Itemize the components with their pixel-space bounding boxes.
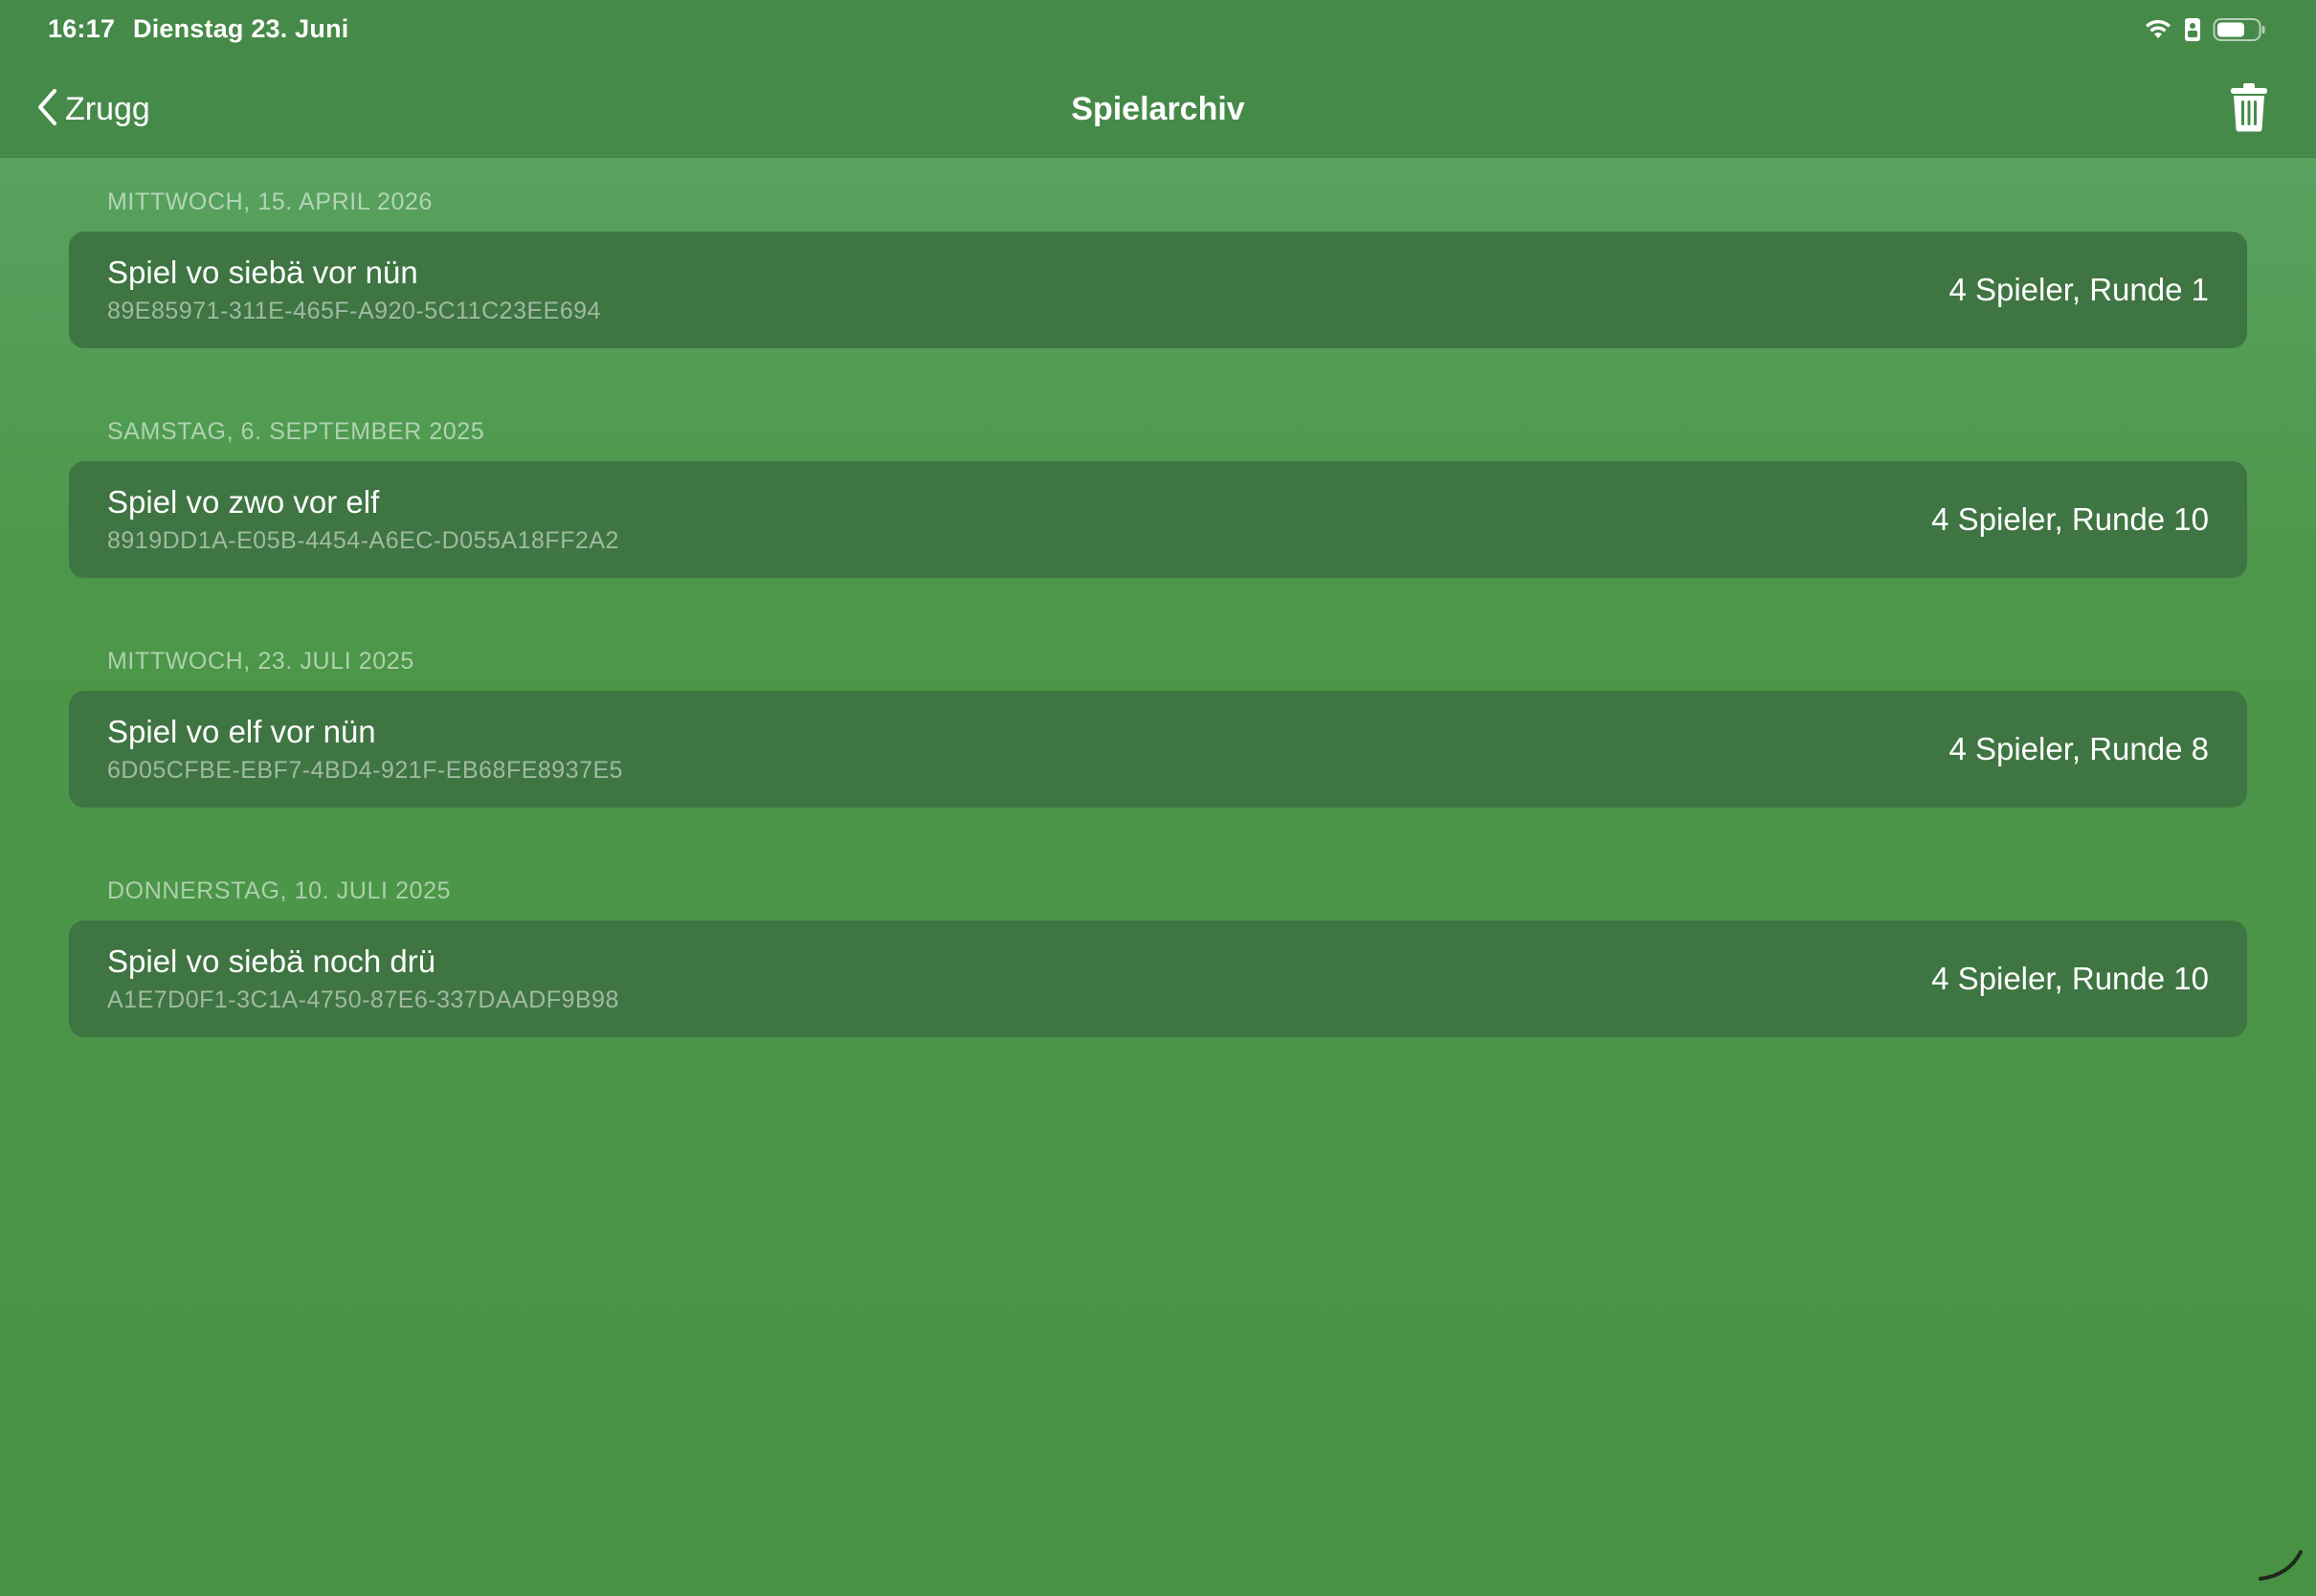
section-header: SAMSTAG, 6. SEPTEMBER 2025 (107, 418, 485, 445)
corner-indicator-icon (2251, 1531, 2308, 1588)
battery-icon (2213, 17, 2266, 42)
list-section: SAMSTAG, 6. SEPTEMBER 2025 Spiel vo zwo … (69, 417, 2247, 578)
section-header: DONNERSTAG, 10. JULI 2025 (107, 877, 452, 904)
status-time: 16:17 (48, 14, 116, 43)
list-item[interactable]: Spiel vo zwo vor elf 8919DD1A-E05B-4454-… (69, 461, 2247, 578)
wifi-icon (2144, 18, 2172, 41)
list-item-text: Spiel vo elf vor nün 6D05CFBE-EBF7-4BD4-… (107, 713, 623, 786)
list-section: MITTWOCH, 15. APRIL 2026 Spiel vo siebä … (69, 188, 2247, 348)
list-item[interactable]: Spiel vo siebä vor nün 89E85971-311E-465… (69, 232, 2247, 348)
section-header: MITTWOCH, 23. JULI 2025 (107, 648, 414, 675)
game-archive-list: MITTWOCH, 15. APRIL 2026 Spiel vo siebä … (69, 157, 2247, 1037)
list-item[interactable]: Spiel vo elf vor nün 6D05CFBE-EBF7-4BD4-… (69, 691, 2247, 808)
game-title: Spiel vo siebä noch drü (107, 943, 436, 979)
game-id: A1E7D0F1-3C1A-4750-87E6-337DAADF9B98 (107, 986, 619, 1013)
game-detail: 4 Spieler, Runde 10 (1931, 501, 2209, 537)
game-detail: 4 Spieler, Runde 8 (1949, 731, 2209, 766)
sim-icon (2184, 17, 2201, 42)
page-title: Spielarchiv (1071, 91, 1245, 127)
game-title: Spiel vo siebä vor nün (107, 255, 418, 290)
list-item[interactable]: Spiel vo siebä noch drü A1E7D0F1-3C1A-47… (69, 920, 2247, 1037)
delete-button[interactable] (2220, 80, 2278, 138)
list-item-text: Spiel vo siebä noch drü A1E7D0F1-3C1A-47… (107, 942, 619, 1015)
section-header: MITTWOCH, 15. APRIL 2026 (107, 188, 433, 215)
game-id: 89E85971-311E-465F-A920-5C11C23EE694 (107, 298, 602, 324)
status-icons (2144, 17, 2266, 42)
list-item-text: Spiel vo zwo vor elf 8919DD1A-E05B-4454-… (107, 483, 619, 556)
status-date: Dienstag 23. Juni (133, 14, 349, 43)
game-title: Spiel vo zwo vor elf (107, 484, 380, 520)
game-id: 8919DD1A-E05B-4454-A6EC-D055A18FF2A2 (107, 527, 619, 554)
game-detail: 4 Spieler, Runde 1 (1949, 272, 2209, 307)
top-bar: 16:17 Dienstag 23. Juni Zrugg Spielarchi… (0, 0, 2316, 158)
list-item-text: Spiel vo siebä vor nün 89E85971-311E-465… (107, 254, 601, 326)
trash-icon (2229, 82, 2269, 137)
game-id: 6D05CFBE-EBF7-4BD4-921F-EB68FE8937E5 (107, 757, 624, 784)
game-detail: 4 Spieler, Runde 10 (1931, 961, 2209, 996)
game-title: Spiel vo elf vor nün (107, 714, 376, 749)
list-section: MITTWOCH, 23. JULI 2025 Spiel vo elf vor… (69, 647, 2247, 808)
list-section: DONNERSTAG, 10. JULI 2025 Spiel vo siebä… (69, 876, 2247, 1037)
